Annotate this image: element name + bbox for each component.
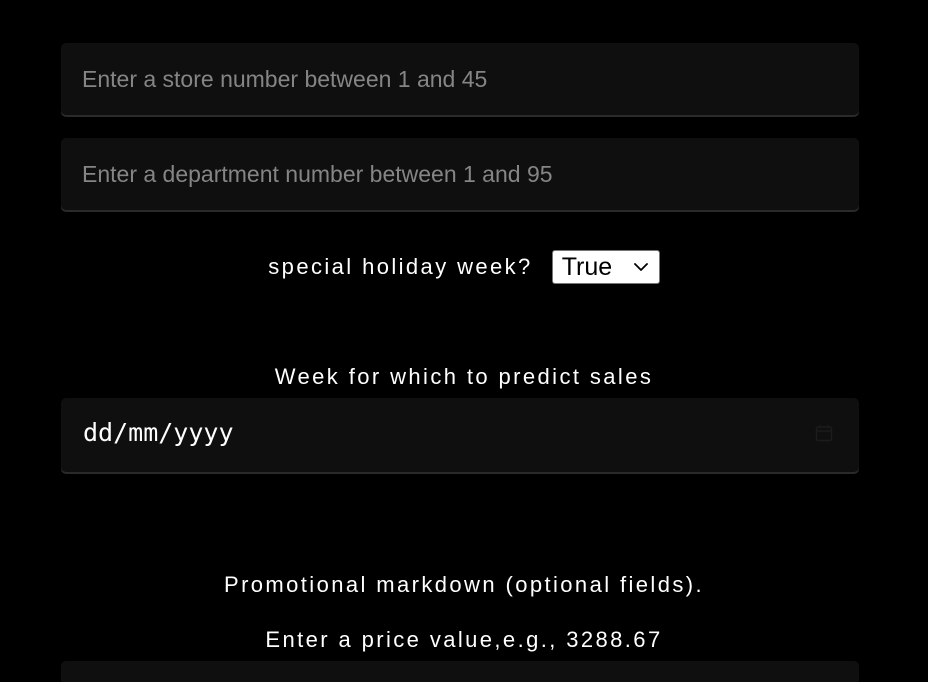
holiday-week-select[interactable]: True — [551, 250, 660, 284]
holiday-week-label: special holiday week? — [268, 254, 533, 279]
holiday-week-selected-value: True — [561, 252, 613, 281]
holiday-week-row: special holiday week? True — [0, 249, 928, 285]
price-field — [61, 661, 859, 682]
chevron-down-icon — [633, 263, 648, 271]
store-number-field — [61, 43, 859, 115]
week-label: Week for which to predict sales — [274, 364, 654, 389]
sales-prediction-form: special holiday week? True Week for whic… — [0, 0, 928, 682]
markdown-heading: Promotional markdown (optional fields). — [224, 572, 704, 597]
store-number-input[interactable] — [61, 43, 859, 115]
price-input[interactable] — [61, 661, 859, 682]
week-date-input[interactable]: dd/mm/yyyy — [61, 398, 859, 472]
price-label: Enter a price value,e.g., 3288.67 — [265, 627, 663, 652]
calendar-icon[interactable] — [815, 424, 833, 442]
date-placeholder: dd/mm/yyyy — [83, 418, 234, 447]
department-number-field — [61, 138, 859, 210]
department-number-input[interactable] — [61, 138, 859, 210]
